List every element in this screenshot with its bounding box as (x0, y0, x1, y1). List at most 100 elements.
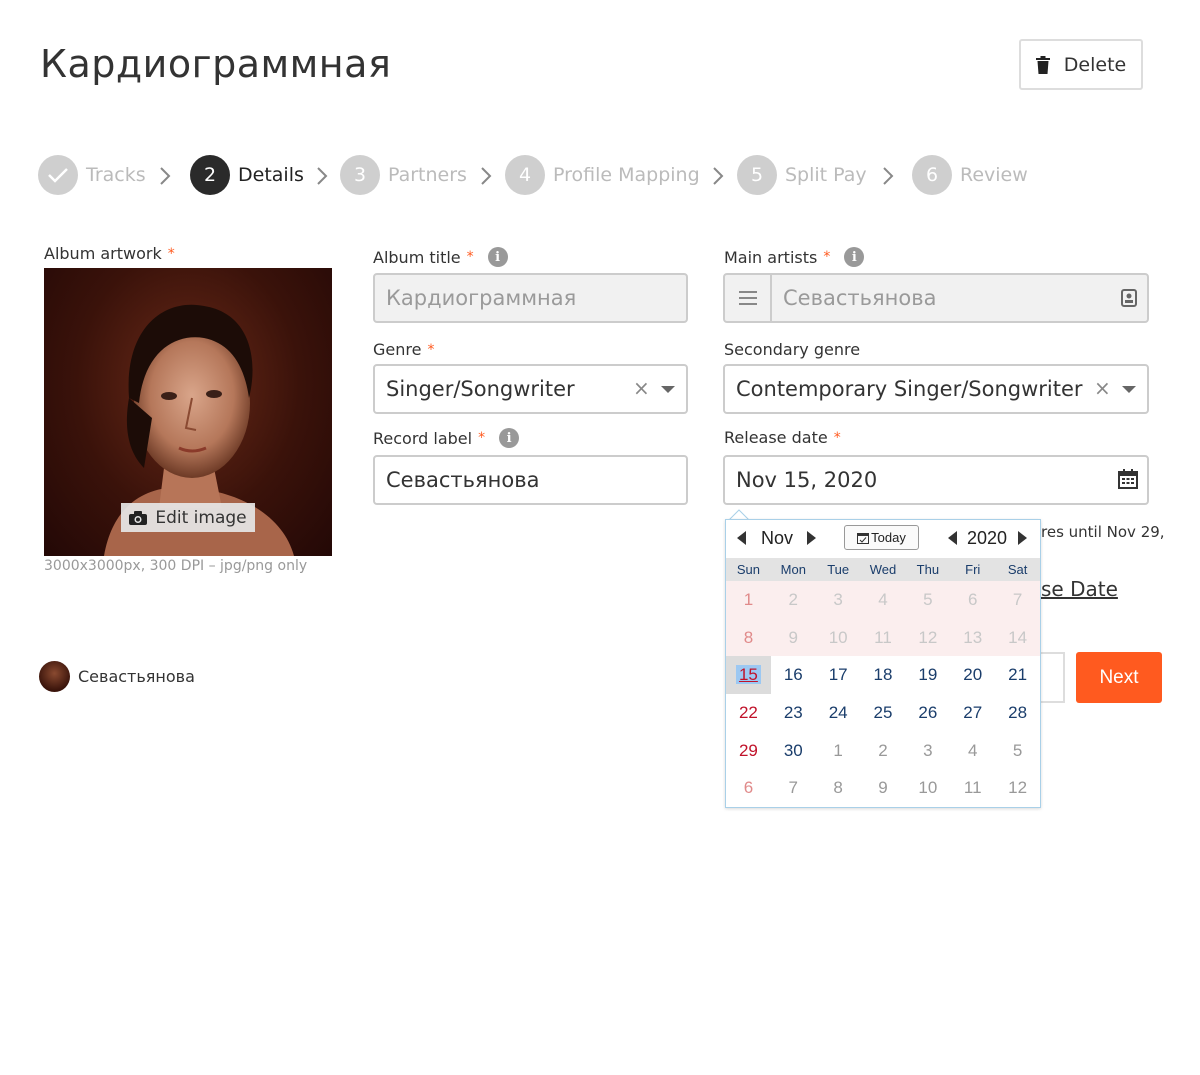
calendar-day-selected[interactable]: 15 (726, 656, 771, 695)
clear-icon[interactable]: × (1094, 376, 1111, 400)
step-label: Review (960, 164, 1028, 186)
calendar-day: 2 (770, 581, 816, 619)
step-label: Tracks (86, 164, 146, 186)
calendar-day[interactable]: 23 (771, 694, 816, 732)
genre-value: Singer/Songwriter (386, 377, 575, 401)
step-profile-mapping[interactable]: 4 Profile Mapping (505, 155, 700, 195)
calendar-day[interactable]: 7 (771, 769, 816, 807)
delete-label: Delete (1063, 53, 1127, 76)
calendar-day[interactable]: 30 (771, 732, 816, 770)
month-label[interactable]: Nov (761, 528, 793, 549)
caret-down-icon[interactable] (661, 386, 675, 393)
record-label-value: Севастьянова (386, 468, 540, 492)
calendar-day[interactable]: 4 (950, 732, 995, 770)
calendar-week-row: 15 16 17 18 19 20 21 (726, 656, 1040, 695)
secondary-genre-select[interactable]: Contemporary Singer/Songwriter (723, 364, 1149, 414)
calendar-day[interactable]: 25 (861, 694, 906, 732)
calendar-day[interactable]: 1 (816, 732, 861, 770)
calendar-day: 14 (995, 618, 1041, 657)
next-year-icon[interactable] (1017, 531, 1027, 545)
step-split-pay[interactable]: 5 Split Pay (737, 155, 867, 195)
calendar-day[interactable]: 19 (905, 656, 950, 694)
edit-image-label: Edit image (155, 507, 247, 528)
info-icon[interactable]: i (487, 247, 508, 267)
check-icon (38, 155, 78, 195)
artwork-label: Album artwork * (44, 244, 175, 263)
record-label-input[interactable]: Севастьянова (373, 455, 688, 505)
calendar-day[interactable]: 26 (905, 694, 950, 732)
step-details[interactable]: 2 Details (190, 155, 304, 195)
chevron-right-icon (160, 167, 171, 185)
calendar-day-number: 15 (735, 665, 761, 685)
step-partners[interactable]: 3 Partners (340, 155, 467, 195)
weekday-label: Wed (869, 562, 897, 577)
calendar-day[interactable]: 5 (995, 732, 1040, 770)
main-artists-label: Main artists * i (724, 247, 865, 267)
calendar-day[interactable]: 17 (816, 656, 861, 694)
calendar-day: 1 (726, 581, 771, 619)
calendar-day[interactable]: 2 (861, 732, 906, 770)
prev-month-icon[interactable] (737, 531, 747, 545)
calendar-day: 6 (950, 581, 996, 619)
calendar-day[interactable]: 12 (995, 769, 1040, 807)
list-icon[interactable] (725, 275, 772, 321)
next-button[interactable]: Next (1076, 652, 1162, 703)
calendar-day[interactable]: 3 (905, 732, 950, 770)
release-date-note: res until Nov 29, (1041, 523, 1165, 541)
calendar-day[interactable]: 10 (905, 769, 950, 807)
edit-image-button[interactable]: Edit image (121, 503, 255, 532)
prev-year-icon[interactable] (948, 531, 958, 545)
next-month-icon[interactable] (806, 531, 816, 545)
calendar-day[interactable]: 11 (950, 769, 995, 807)
chevron-right-icon (713, 167, 724, 185)
calendar-day[interactable]: 29 (726, 732, 771, 770)
weekday-label: Tue (827, 562, 850, 577)
calendar-day: 5 (905, 581, 951, 619)
calendar-day[interactable]: 20 (950, 656, 995, 694)
calendar-check-icon (857, 532, 870, 544)
album-title-label-text: Album title (373, 247, 461, 267)
step-tracks[interactable]: Tracks (38, 155, 146, 195)
calendar-day[interactable]: 21 (995, 656, 1040, 694)
release-date-label: Release date * (724, 428, 841, 447)
calendar-day[interactable]: 18 (861, 656, 906, 694)
calendar-week-row: 29 30 1 2 3 4 5 (726, 732, 1040, 770)
info-icon[interactable]: i (844, 247, 865, 267)
today-button[interactable]: Today (844, 525, 919, 550)
date-picker-header: Nov Today 2020 (726, 520, 1040, 558)
caret-down-icon[interactable] (1122, 386, 1136, 393)
date-grid: 1 2 3 4 5 6 7 8 9 10 11 12 13 14 15 16 17 18 19 20 21 22 23 24 2… (726, 581, 1041, 807)
calendar-day[interactable]: 28 (995, 694, 1040, 732)
calendar-day[interactable]: 6 (726, 769, 771, 807)
delete-button[interactable]: Delete (1019, 39, 1143, 90)
calendar-icon[interactable] (1118, 469, 1138, 489)
camera-icon (129, 510, 148, 525)
required-marker: * (833, 429, 841, 446)
album-title-value: Кардиограммная (386, 286, 577, 310)
main-artists-input[interactable]: Севастьянова (723, 273, 1149, 323)
release-date-label-text: Release date (724, 428, 828, 447)
weekday-header: Sun Mon Tue Wed Thu Fri Sat (726, 558, 1040, 581)
calendar-day[interactable]: 9 (861, 769, 906, 807)
calendar-day[interactable]: 16 (771, 656, 816, 694)
release-date-link[interactable]: se Date (1041, 577, 1118, 601)
step-label: Partners (388, 164, 467, 186)
required-marker: * (427, 341, 435, 358)
clear-icon[interactable]: × (633, 376, 650, 400)
release-date-input[interactable]: Nov 15, 2020 (723, 455, 1149, 505)
info-icon[interactable]: i (499, 428, 520, 448)
album-title-input[interactable]: Кардиограммная (373, 273, 688, 323)
calendar-day[interactable]: 24 (816, 694, 861, 732)
step-review[interactable]: 6 Review (912, 155, 1028, 195)
calendar-day[interactable]: 8 (816, 769, 861, 807)
calendar-day[interactable]: 27 (950, 694, 995, 732)
main-artists-value: Севастьянова (783, 286, 937, 310)
calendar-week-row: 8 9 10 11 12 13 14 (726, 618, 1041, 657)
step-label: Split Pay (785, 164, 867, 186)
weekday-label: Sat (1007, 562, 1028, 577)
owner-profile[interactable]: Севастьянова (39, 661, 195, 692)
calendar-day: 11 (860, 618, 906, 657)
contact-card-icon[interactable] (1121, 289, 1137, 307)
year-label[interactable]: 2020 (967, 528, 1007, 549)
calendar-day[interactable]: 22 (726, 694, 771, 732)
